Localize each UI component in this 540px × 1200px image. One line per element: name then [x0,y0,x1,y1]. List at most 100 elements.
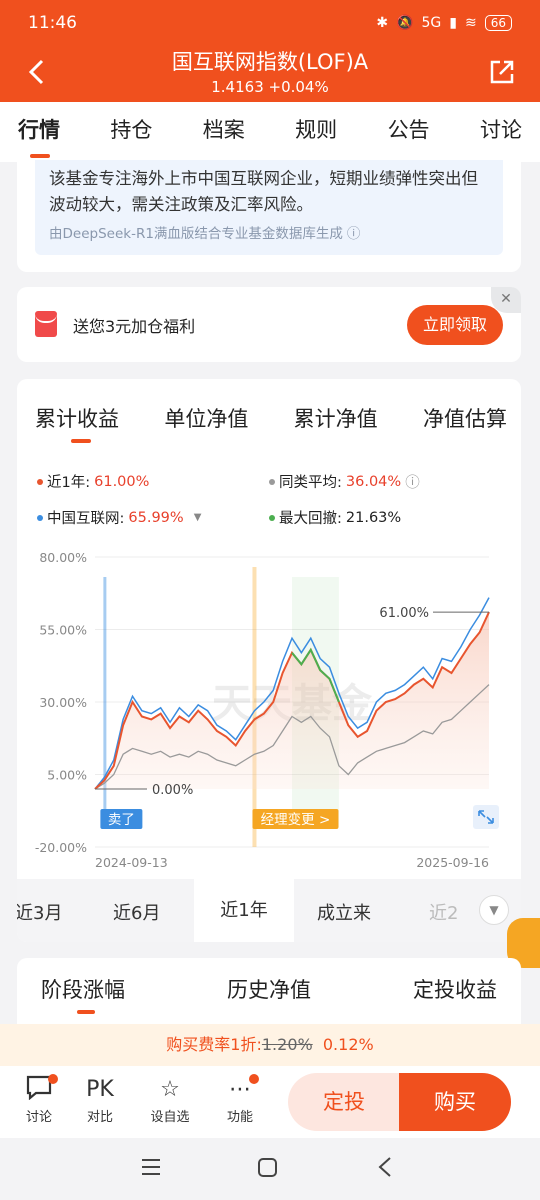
compare-button[interactable]: PK 对比 [75,1074,125,1125]
legend-index-label: 中国互联网: [47,511,125,527]
mute-icon: 🔕 [396,15,414,31]
legend-drawdown-label: 最大回撤: [279,511,342,527]
fee-prefix: 购买费率1折: [166,1035,262,1054]
return-chart[interactable]: 80.00%55.00%30.00%5.00%-20.00%天天基金61.00%… [17,539,521,879]
status-icons: ✱ 🔕 5G ▮ ≋ 66 [376,15,512,31]
home-icon[interactable] [258,1158,277,1177]
dropdown-icon[interactable]: ▼ [194,512,202,523]
tab-rules[interactable]: 规则 [295,114,337,150]
end-label: 61.00% [379,606,429,621]
claim-button[interactable]: 立即领取 [407,305,503,345]
manager-change-label: 经理变更 > [261,812,331,828]
share-icon[interactable] [488,58,516,86]
legend-drawdown: 最大回撤: 21.63% [269,507,401,528]
tab-discussion[interactable]: 讨论 [480,114,522,150]
wifi-icon: ≋ [464,15,477,31]
legend-peer-label: 同类平均: [279,475,342,491]
legend-drawdown-value: 21.63% [345,509,402,526]
function-button[interactable]: ⋯ 功能 [215,1074,265,1125]
tab-cumulative-nav[interactable]: 累计净值 [294,403,378,433]
battery-icon: 66 [484,15,512,31]
legend-fund-label: 近1年: [47,475,91,491]
watchlist-button[interactable]: ☆ 设自选 [145,1074,195,1125]
back-nav-icon[interactable] [378,1157,391,1177]
tab-sip-return[interactable]: 定投收益 [413,974,497,1004]
ai-summary-box: 该基金专注海外上市中国互联网企业，短期业绩弹性突出但波动较大，需关注政策及汇率风… [35,160,503,255]
y-tick-label: 5.00% [47,768,87,783]
x-tick-start: 2024-09-13 [95,855,168,870]
status-time: 11:46 [28,13,77,33]
y-tick-label: 30.00% [39,695,87,710]
tab-cumulative-return[interactable]: 累计收益 [35,403,119,443]
notification-dot [48,1074,58,1084]
period-3m[interactable]: 近3月 [17,899,62,925]
pk-icon: PK [86,1077,114,1102]
ai-summary-card: 该基金专注海外上市中国互联网企业，短期业绩弹性突出但波动较大，需关注政策及汇率风… [17,160,521,272]
chart-tabs: 累计收益 单位净值 累计净值 净值估算 [35,403,507,443]
section-tabs: 阶段涨幅 历史净值 定投收益 [41,974,497,1014]
sip-button[interactable]: 定投 [288,1073,400,1131]
period-2y[interactable]: 近2 [429,899,458,925]
legend-index[interactable]: 中国互联网: 65.99% ▼ [37,507,201,528]
function-label: 功能 [226,1110,253,1125]
system-nav-bar [0,1138,540,1200]
sell-label: 卖了 [108,812,135,828]
legend-fund: 近1年: 61.00% [37,471,149,492]
ai-source: 由DeepSeek-R1满血版结合专业基金数据库生成 ⓘ [49,222,489,242]
legend-fund-value: 61.00% [94,473,150,490]
red-envelope-icon [35,311,57,337]
drawdown-dot [269,514,275,521]
tab-announcements[interactable]: 公告 [388,114,430,150]
bottom-bar: 讨论 PK 对比 ☆ 设自选 ⋯ 功能 定投 购买 [0,1066,540,1138]
x-tick-end: 2025-09-16 [416,855,489,870]
peer-dot [269,478,275,485]
notification-dot [249,1074,259,1084]
ai-summary-text: 该基金专注海外上市中国互联网企业，短期业绩弹性突出但波动较大，需关注政策及汇率风… [49,169,478,214]
period-selector: 近3月 近6月 近1年 成立来 近2 ▼ [17,879,521,942]
watchlist-label: 设自选 [150,1110,190,1125]
info-icon[interactable]: ⓘ [405,471,420,492]
period-1y[interactable]: 近1年 [194,879,294,942]
tab-period-return[interactable]: 阶段涨幅 [41,974,125,1014]
info-icon[interactable]: ⓘ [347,222,361,242]
ai-source-text: 由DeepSeek-R1满血版结合专业基金数据库生成 [49,226,343,242]
tab-market[interactable]: 行情 [18,114,60,158]
legend-peer-value: 36.04% [345,473,402,490]
legend-peer: 同类平均: 36.04% ⓘ [269,471,420,492]
discuss-button[interactable]: 讨论 [14,1074,64,1125]
tab-nav-estimate[interactable]: 净值估算 [423,403,507,433]
promo-text: 送您3元加仓福利 [73,317,196,336]
discuss-label: 讨论 [25,1110,52,1125]
y-tick-label: 55.00% [39,623,87,638]
manager-change-band [252,567,257,847]
period-since-inception[interactable]: 成立来 [317,899,371,925]
tab-history-nav[interactable]: 历史净值 [227,974,311,1004]
buy-button[interactable]: 购买 [399,1073,511,1131]
legend-index-value: 65.99% [128,509,184,526]
signal-icon: ▮ [449,15,457,31]
expand-icon [473,805,499,829]
fee-banner: 购买费率1折:1.20% 0.12% [0,1024,540,1066]
y-tick-label: 80.00% [39,550,87,565]
chat-icon [14,1074,64,1106]
y-tick-label: -20.00% [35,840,87,855]
page-title: 国互联网指数(LOF)A [171,50,369,74]
period-6m[interactable]: 近6月 [113,899,160,925]
chart-card: 累计收益 单位净值 累计净值 净值估算 近1年: 61.00% 同类平均: 36… [17,379,521,942]
status-bar: 11:46 ✱ 🔕 5G ▮ ≋ 66 [28,10,512,36]
header: 11:46 ✱ 🔕 5G ▮ ≋ 66 国互联网指数(LOF)A 1.4163 … [0,0,540,102]
more-icon: ⋯ [215,1074,265,1106]
bluetooth-icon: ✱ [376,15,389,31]
star-icon: ☆ [160,1077,180,1102]
tab-unit-nav[interactable]: 单位净值 [164,403,248,433]
fee-new: 0.12% [322,1035,374,1054]
tab-holdings[interactable]: 持仓 [110,114,152,150]
compare-label: 对比 [86,1110,113,1125]
index-dot [37,514,43,521]
chevron-down-icon[interactable]: ▼ [479,895,509,925]
fee-old: 1.20% [261,1035,313,1054]
menu-icon[interactable] [142,1159,160,1175]
tab-profile[interactable]: 档案 [203,114,245,150]
promo-card: 送您3元加仓福利 立即领取 ✕ [17,287,521,362]
fund-dot [37,478,43,485]
